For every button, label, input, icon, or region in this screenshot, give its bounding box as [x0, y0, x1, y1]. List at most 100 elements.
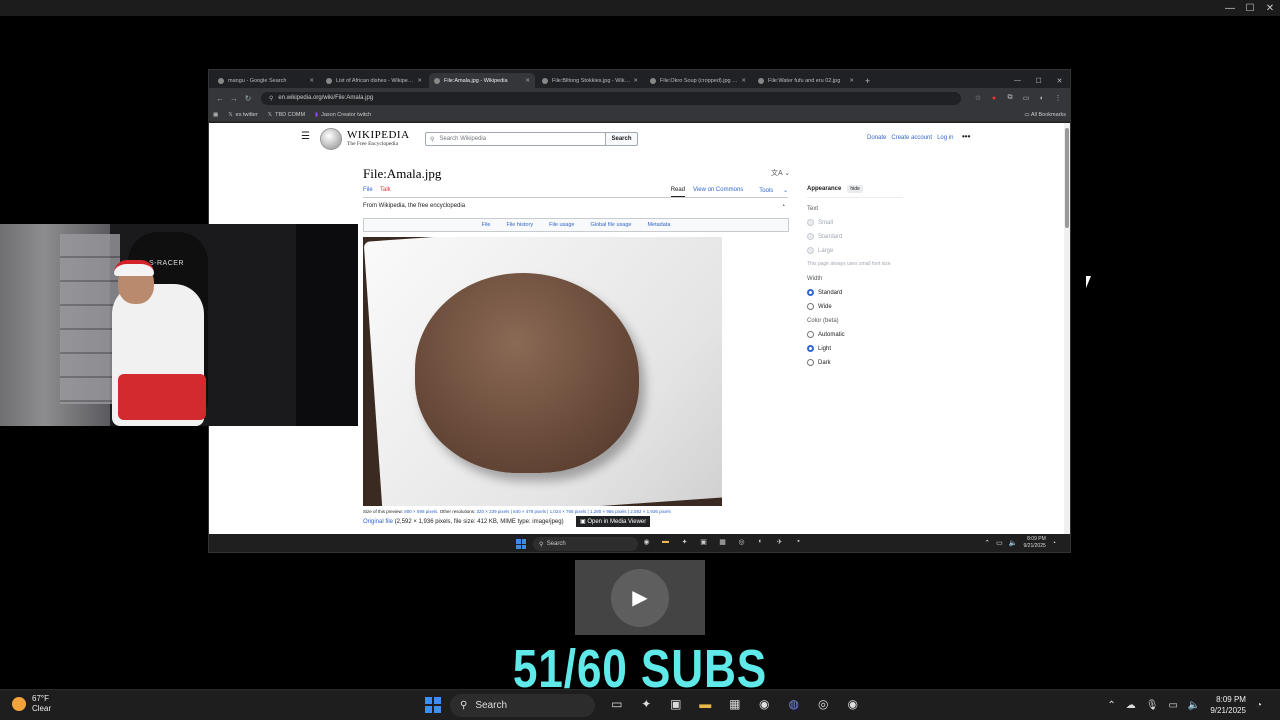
- browser-close-button[interactable]: ✕: [1049, 77, 1070, 85]
- metadata-link[interactable]: Metadata: [647, 222, 670, 228]
- copilot-icon[interactable]: ✦: [632, 697, 662, 711]
- reload-icon[interactable]: ↻: [241, 94, 255, 103]
- teams-icon[interactable]: ▣: [661, 697, 691, 711]
- chevron-up-icon[interactable]: ⌃: [1107, 700, 1115, 711]
- close-tab-icon[interactable]: ✕: [309, 78, 314, 84]
- network-icon[interactable]: ▭: [996, 539, 1003, 547]
- history-icon[interactable]: ◔: [781, 203, 785, 210]
- inner-clock[interactable]: 8:09 PM 9/21/2025: [1024, 536, 1046, 550]
- chrome-profile-icon[interactable]: ◉: [838, 697, 868, 711]
- notification-bell-icon[interactable]: ◔: [1052, 540, 1056, 547]
- create-account-link[interactable]: Create account: [891, 135, 932, 141]
- other-resolutions-links[interactable]: 320 × 239 pixels | 640 × 478 pixels | 1,…: [477, 509, 671, 514]
- text-small-option[interactable]: Small: [807, 219, 903, 226]
- preview-size-link[interactable]: 800 × 598 pixels: [404, 509, 437, 514]
- tools-menu[interactable]: Tools ⌄: [751, 187, 788, 197]
- width-wide-option[interactable]: Wide: [807, 303, 903, 310]
- tab-okro-soup[interactable]: File:Okro Soup (cropped).jpg - Wikipedia…: [645, 73, 751, 88]
- side-panel-icon[interactable]: ▭: [1018, 94, 1034, 102]
- file-link[interactable]: File: [482, 222, 491, 228]
- color-dark-option[interactable]: Dark: [807, 359, 903, 366]
- color-automatic-option[interactable]: Automatic: [807, 331, 903, 338]
- page-scrollbar[interactable]: [1064, 123, 1070, 534]
- bookmark-es-twitter[interactable]: 𝕏es twitter: [228, 112, 257, 118]
- chrome-icon[interactable]: ◉: [750, 697, 780, 711]
- tab-amala[interactable]: File:Amala.jpg - Wikipedia ✕: [429, 73, 535, 88]
- microphone-icon[interactable]: 🎙: [1146, 700, 1159, 711]
- onedrive-icon[interactable]: ☁: [1126, 700, 1136, 711]
- start-button[interactable]: [425, 697, 441, 713]
- file-explorer-icon[interactable]: ▬: [656, 538, 675, 550]
- close-tab-icon[interactable]: ✕: [849, 78, 854, 84]
- donate-link[interactable]: Donate: [867, 135, 886, 141]
- copilot-icon[interactable]: ✦: [675, 538, 694, 550]
- weather-widget[interactable]: 67°F Clear: [12, 694, 51, 714]
- obs-icon[interactable]: ◎: [732, 538, 751, 550]
- color-light-option[interactable]: Light: [807, 345, 903, 352]
- bookmark-star-icon[interactable]: ☆: [970, 94, 986, 102]
- wikipedia-globe-icon[interactable]: [320, 128, 342, 150]
- new-tab-button[interactable]: +: [861, 73, 874, 88]
- wiki-search-input[interactable]: ⚲ Search Wikipedia: [425, 132, 606, 146]
- tab-view-on-commons[interactable]: View on Commons: [693, 187, 743, 197]
- browser-maximize-button[interactable]: ☐: [1028, 77, 1049, 85]
- amala-image[interactable]: [363, 237, 722, 506]
- site-info-icon[interactable]: ⚲: [269, 95, 273, 102]
- discord-icon[interactable]: ◍: [779, 697, 809, 711]
- menu-kebab-icon[interactable]: ⋮: [1050, 94, 1066, 102]
- tab-water-fufu[interactable]: File:Water fufu and eru 02.jpg ✕: [753, 73, 859, 88]
- extensions-puzzle-icon[interactable]: ⧉: [1002, 94, 1018, 102]
- taskbar-search[interactable]: ⚲ Search: [450, 694, 595, 717]
- wikipedia-wordmark[interactable]: WIKIPEDIA: [347, 129, 410, 141]
- profile-avatar-icon[interactable]: ◐: [1034, 95, 1050, 102]
- tab-read[interactable]: Read: [670, 187, 686, 197]
- tab-african-dishes[interactable]: List of African dishes - Wikipedia ✕: [321, 73, 427, 88]
- network-icon[interactable]: ▭: [1168, 700, 1177, 711]
- all-bookmarks-button[interactable]: ▭ All Bookmarks: [1024, 112, 1066, 118]
- close-tab-icon[interactable]: ✕: [633, 78, 638, 84]
- volume-icon[interactable]: 🔈: [1188, 700, 1200, 711]
- log-in-link[interactable]: Log in: [937, 135, 953, 141]
- tab-talk[interactable]: Talk: [380, 187, 391, 193]
- chrome-icon[interactable]: ◉: [637, 538, 656, 550]
- more-options-icon[interactable]: •••: [962, 132, 970, 141]
- bookmark-tbd-comm[interactable]: 𝕏 TBD COMM: [268, 112, 305, 118]
- tab-biltong[interactable]: File:Biltong Stokkies.jpg - Wikipedia✕: [537, 73, 643, 88]
- task-view-icon[interactable]: ▭: [602, 697, 632, 711]
- back-arrow-icon[interactable]: ←: [213, 94, 227, 103]
- original-file-link[interactable]: Original file: [363, 519, 393, 525]
- forward-arrow-icon[interactable]: →: [227, 94, 241, 103]
- file-history-link[interactable]: File history: [506, 222, 533, 228]
- close-tab-icon[interactable]: ✕: [525, 78, 530, 84]
- volume-icon[interactable]: 🔈: [1009, 539, 1018, 547]
- app-icon[interactable]: ◐: [751, 538, 770, 550]
- wiki-search-button[interactable]: Search: [605, 132, 638, 146]
- steam-icon[interactable]: ✈: [770, 538, 789, 550]
- text-standard-option[interactable]: Standard: [807, 233, 903, 240]
- text-large-option[interactable]: Large: [807, 247, 903, 254]
- outer-minimize-button[interactable]: —: [1220, 3, 1240, 14]
- address-bar[interactable]: ⚲ en.wikipedia.org/wiki/File:Amala.jpg: [261, 91, 961, 105]
- chevron-up-icon[interactable]: ⌃: [984, 539, 990, 547]
- file-usage-link[interactable]: File usage: [549, 222, 574, 228]
- notification-bell-icon[interactable]: ◔: [1256, 700, 1262, 711]
- file-explorer-icon[interactable]: ▬: [691, 697, 721, 711]
- outer-maximize-button[interactable]: ☐: [1240, 3, 1260, 14]
- tab-google-search[interactable]: mangu - Google Search ✕: [213, 73, 319, 88]
- hide-appearance-button[interactable]: hide: [847, 185, 863, 193]
- obs-icon[interactable]: ◎: [809, 697, 839, 711]
- close-tab-icon[interactable]: ✕: [741, 78, 746, 84]
- inner-search-box[interactable]: ⚲ Search: [533, 537, 638, 551]
- inner-start-icon[interactable]: [516, 539, 526, 549]
- width-standard-option[interactable]: Standard: [807, 289, 903, 296]
- scrollbar-thumb[interactable]: [1065, 128, 1069, 228]
- outer-close-button[interactable]: ✕: [1260, 3, 1280, 14]
- tab-file[interactable]: File: [363, 187, 373, 193]
- apps-grid-icon[interactable]: ▦: [213, 112, 218, 118]
- bookmark-jason-twitch[interactable]: ▮ Jason Creator twitch: [315, 112, 371, 118]
- calculator-icon[interactable]: ▦: [713, 538, 732, 550]
- open-media-viewer-button[interactable]: ▣ Open in Media Viewer: [576, 516, 651, 527]
- language-icon[interactable]: 文A ⌄: [771, 168, 790, 178]
- global-file-usage-link[interactable]: Global file usage: [590, 222, 631, 228]
- browser-minimize-button[interactable]: —: [1007, 77, 1028, 84]
